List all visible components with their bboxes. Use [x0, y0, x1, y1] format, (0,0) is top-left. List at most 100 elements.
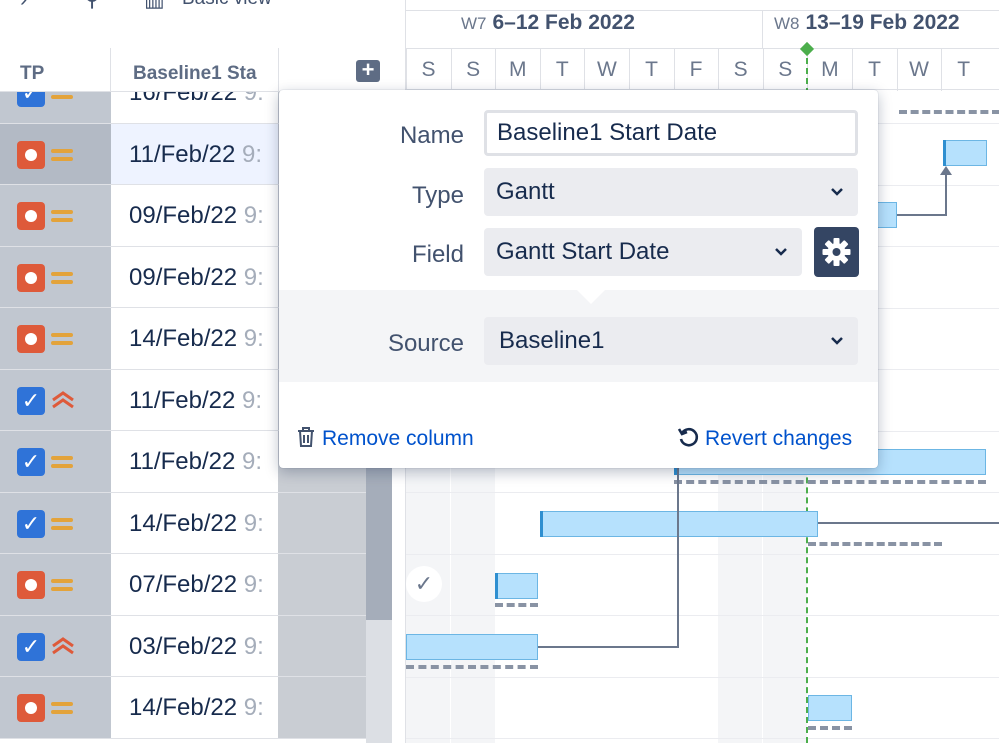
add-column-button[interactable]: +	[356, 59, 380, 82]
tp-cell[interactable]: ✓	[0, 92, 111, 123]
day-header-cell: T	[629, 49, 673, 91]
row-grid-line	[406, 676, 999, 678]
date-value: 03/Feb/22	[129, 632, 244, 660]
task-bar[interactable]	[495, 573, 538, 599]
empty-cell	[278, 554, 366, 615]
tp-cell[interactable]	[0, 677, 111, 738]
task-bar[interactable]	[406, 634, 538, 660]
grid-icon[interactable]: ▥	[144, 0, 165, 12]
tp-cell[interactable]	[0, 554, 111, 615]
time-value: 9:	[243, 325, 264, 352]
status-open-icon[interactable]	[17, 202, 45, 230]
checkbox-checked-icon[interactable]: ✓	[17, 509, 45, 538]
name-label: Name	[399, 122, 464, 149]
gantt-app: W7 6–12 Feb 2022 W8 13–19 Feb 2022 SSMTWTF…	[0, 0, 999, 743]
bar-start-handle[interactable]	[540, 511, 543, 537]
status-open-icon[interactable]	[17, 325, 45, 353]
time-value: 9:	[241, 140, 262, 168]
bar-start-handle[interactable]	[943, 140, 946, 166]
empty-cell	[278, 615, 366, 676]
tp-cell[interactable]: ✓	[0, 492, 111, 553]
baseline1-start-cell[interactable]: 16/Feb/22 9:	[111, 92, 278, 123]
dependency-link	[538, 646, 679, 648]
time-value: 9:	[241, 448, 262, 475]
table-row[interactable]: ✓ 03/Feb/22 9:	[0, 615, 392, 677]
status-open-icon[interactable]	[17, 263, 45, 292]
tp-cell[interactable]	[0, 185, 111, 246]
table-row[interactable]: 14/Feb/22 9:	[0, 677, 392, 739]
link-arrow-icon	[940, 166, 952, 175]
checkmark-icon[interactable]: ✓	[406, 566, 442, 602]
panel-pointer	[577, 290, 605, 304]
remove-column-link[interactable]: Remove column	[296, 426, 474, 451]
tp-cell[interactable]: ✓	[0, 369, 111, 430]
baseline1-start-cell[interactable]: 11/Feb/22 9:	[111, 369, 278, 430]
field-select-value: Gantt Start Date	[496, 238, 670, 265]
tp-cell[interactable]	[0, 123, 111, 184]
baseline-bar	[808, 542, 942, 546]
type-label: Type	[411, 182, 464, 209]
date-value: 11/Feb/22	[129, 386, 242, 414]
date-value: 11/Feb/22	[129, 140, 242, 168]
source-select[interactable]: Baseline1	[484, 317, 858, 365]
week-number: W8	[774, 14, 800, 33]
baseline1-start-cell[interactable]: 07/Feb/22 9:	[111, 554, 278, 615]
priority-medium-icon	[51, 331, 73, 347]
column-header-tp[interactable]: TP	[20, 48, 100, 92]
baseline1-start-cell[interactable]: 03/Feb/22 9:	[111, 615, 278, 676]
date-value: 14/Feb/22	[129, 694, 244, 721]
baseline-bar	[899, 110, 999, 114]
baseline1-start-cell[interactable]: 09/Feb/22 9:	[111, 246, 278, 307]
checkbox-checked-icon[interactable]: ✓	[17, 632, 45, 661]
task-bar[interactable]	[540, 511, 818, 537]
priority-high-icon	[52, 390, 74, 408]
view-selector[interactable]: Basic view	[182, 0, 272, 10]
baseline1-start-cell[interactable]: 14/Feb/22 9:	[111, 677, 278, 738]
day-header-cell: T	[539, 49, 584, 91]
chevron-down-icon	[831, 188, 843, 196]
tp-cell[interactable]: ✓	[0, 615, 111, 676]
type-select[interactable]: Gantt	[484, 168, 858, 216]
day-header: SSMTWTFSSMTWT	[406, 48, 999, 91]
task-bar[interactable]	[808, 695, 852, 721]
tp-cell[interactable]	[0, 246, 111, 307]
priority-medium-icon	[51, 700, 73, 716]
checkbox-checked-icon[interactable]: ✓	[17, 448, 45, 476]
empty-cell	[278, 492, 366, 553]
day-header-cell: W	[896, 49, 941, 91]
name-input[interactable]: Baseline1 Start Date	[484, 110, 858, 156]
task-bar[interactable]	[876, 202, 897, 228]
row-grid-line	[406, 615, 999, 616]
week-number: W7	[461, 14, 487, 33]
checkbox-checked-icon[interactable]: ✓	[17, 386, 45, 415]
status-open-icon[interactable]	[17, 571, 45, 599]
date-value: 14/Feb/22	[129, 325, 244, 352]
status-open-icon[interactable]	[17, 140, 45, 169]
baseline1-start-cell[interactable]: 14/Feb/22 9:	[111, 492, 278, 553]
bar-start-handle[interactable]	[495, 573, 498, 599]
column-divider[interactable]	[278, 48, 279, 92]
checkbox-checked-icon[interactable]: ✓	[17, 92, 45, 107]
search-icon[interactable]: ⚲	[84, 0, 100, 12]
column-divider[interactable]	[110, 48, 111, 92]
date-value: 09/Feb/22	[129, 202, 244, 229]
table-row[interactable]: ✓ 14/Feb/22 9:	[0, 492, 392, 554]
field-settings-button[interactable]	[814, 227, 859, 277]
revert-changes-link[interactable]: Revert changes	[677, 426, 852, 451]
column-header-baseline1[interactable]: Baseline1 Sta	[133, 48, 278, 92]
revert-changes-label: Revert changes	[705, 427, 853, 450]
table-row[interactable]: 07/Feb/22 9:	[0, 554, 392, 616]
status-open-icon[interactable]	[17, 694, 45, 722]
tp-cell[interactable]: ✓	[0, 431, 111, 492]
baseline1-start-cell[interactable]: 09/Feb/22 9:	[111, 185, 278, 246]
priority-medium-icon	[51, 577, 73, 593]
day-header-cell: W	[584, 49, 628, 91]
baseline1-start-cell[interactable]: 11/Feb/22 9:	[111, 431, 278, 492]
chevron-icon[interactable]: ›	[20, 0, 27, 12]
day-header-cell: S	[406, 49, 450, 91]
field-select[interactable]: Gantt Start Date	[484, 228, 802, 276]
baseline1-start-cell[interactable]: 14/Feb/22 9:	[111, 308, 278, 369]
tp-cell[interactable]	[0, 308, 111, 369]
baseline1-start-cell[interactable]: 11/Feb/22 9:	[111, 123, 278, 184]
task-bar[interactable]	[943, 140, 987, 166]
